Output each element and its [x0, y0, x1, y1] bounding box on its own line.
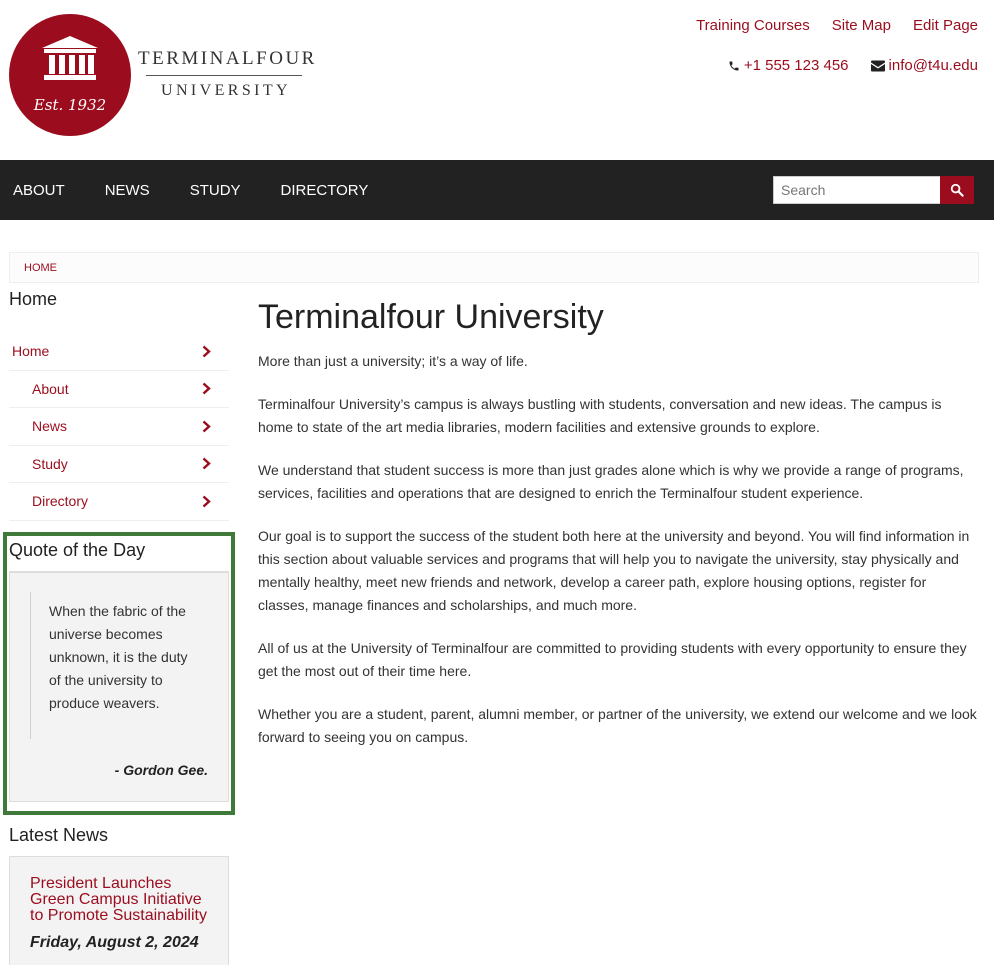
sidebar-item-study[interactable]: Study	[9, 446, 229, 483]
university-logo[interactable]: Est. 1932	[9, 14, 131, 136]
sidebar-nav: Home About News Study Directory	[9, 333, 229, 521]
campus-paragraph: Terminalfour University’s campus is alwa…	[258, 396, 942, 435]
success-paragraph: We understand that student success is mo…	[258, 462, 964, 501]
columns-building-icon	[42, 36, 98, 80]
latest-news-title: Latest News	[9, 825, 109, 845]
nav-directory[interactable]: DIRECTORY	[281, 182, 369, 199]
sidebar-item-directory[interactable]: Directory	[9, 483, 229, 521]
commitment-paragraph: All of us at the University of Terminalf…	[258, 640, 967, 679]
welcome-paragraph: Whether you are a student, parent, alumn…	[258, 706, 977, 745]
sidebar-item-about[interactable]: About	[9, 371, 229, 408]
wordmark-divider	[146, 75, 302, 76]
blockquote-bar	[30, 592, 31, 739]
site-map-link[interactable]: Site Map	[832, 17, 891, 34]
logo-established-text: Est. 1932	[33, 96, 107, 114]
nav-about[interactable]: ABOUT	[13, 182, 65, 199]
wordmark-bottom: UNIVERSITY	[161, 82, 291, 99]
page-title: Terminalfour University	[258, 298, 604, 336]
sidebar-item-label: News	[32, 418, 68, 435]
university-wordmark[interactable]: TERMINALFOUR UNIVERSITY	[138, 48, 317, 100]
sidebar-item-label: Home	[12, 343, 50, 360]
quote-author: - Gordon Gee.	[114, 762, 208, 778]
search-icon	[950, 183, 964, 197]
email-address: info@t4u.edu	[888, 57, 978, 74]
nav-news[interactable]: NEWS	[105, 182, 150, 199]
wordmark-top: TERMINALFOUR	[138, 48, 317, 69]
nav-study[interactable]: STUDY	[190, 182, 241, 199]
search-input[interactable]	[773, 176, 941, 204]
edit-page-link[interactable]: Edit Page	[913, 17, 978, 34]
chevron-right-icon	[202, 495, 211, 508]
chevron-right-icon	[202, 382, 211, 395]
envelope-icon	[870, 60, 885, 71]
phone-number: +1 555 123 456	[743, 57, 849, 74]
main-menu: ABOUT NEWS STUDY DIRECTORY	[13, 160, 368, 220]
sidebar-item-label: Directory	[32, 493, 89, 510]
training-courses-link[interactable]: Training Courses	[696, 17, 810, 34]
sidebar-item-label: About	[32, 380, 69, 397]
main-content: Terminalfour University More than just a…	[258, 297, 980, 769]
chevron-right-icon	[202, 457, 211, 470]
phone-icon	[729, 61, 739, 70]
breadcrumb: HOME	[9, 252, 979, 283]
email-link[interactable]: info@t4u.edu	[870, 57, 978, 74]
chevron-right-icon	[202, 345, 211, 358]
search-button[interactable]	[940, 176, 974, 204]
news-headline-link[interactable]: President Launches Green Campus Initiati…	[30, 876, 215, 924]
phone-link[interactable]: +1 555 123 456	[728, 57, 849, 74]
sidebar-item-label: Study	[32, 455, 68, 472]
quote-text: When the fabric of the universe becomes …	[49, 603, 188, 711]
intro-paragraph: More than just a university; it’s a way …	[258, 353, 528, 369]
sidebar-item-home[interactable]: Home	[9, 333, 229, 371]
news-date: Friday, August 2, 2024	[30, 934, 199, 951]
sidebar-title: Home	[9, 289, 58, 309]
quote-title: Quote of the Day	[9, 540, 146, 560]
chevron-right-icon	[202, 420, 211, 433]
sidebar-item-news[interactable]: News	[9, 408, 229, 446]
breadcrumb-home-link[interactable]: HOME	[24, 262, 57, 274]
goal-paragraph: Our goal is to support the success of th…	[258, 528, 970, 613]
utility-links: Training Courses Site Map Edit Page	[696, 17, 978, 34]
contact-info: +1 555 123 456 info@t4u.edu	[728, 57, 978, 74]
